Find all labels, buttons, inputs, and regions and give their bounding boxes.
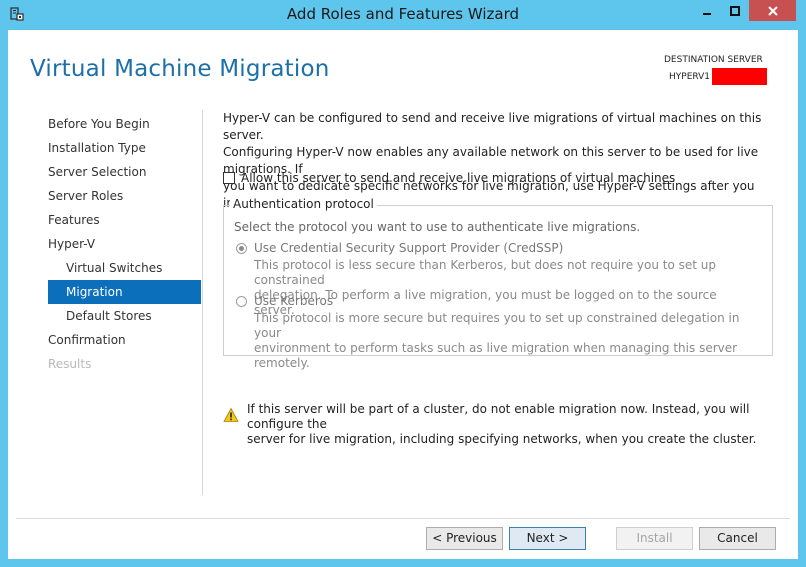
kerberos-description: This protocol is more secure but require… [254, 311, 759, 371]
warning-text: If this server will be part of a cluster… [247, 401, 783, 447]
allow-migration-label: Allow this server to send and receive li… [241, 171, 676, 185]
wizard-window: Add Roles and Features Wizard Virtual Ma… [0, 0, 806, 567]
warning-icon [223, 407, 239, 422]
nav-item-results: Results [48, 357, 92, 371]
next-button[interactable]: Next > [509, 527, 586, 550]
credssp-option: Use Credential Security Support Provider… [236, 241, 563, 255]
minimize-button[interactable] [693, 0, 721, 21]
nav-item-virtual-switches[interactable]: Virtual Switches [48, 256, 201, 280]
destination-server-name: HYPERV1 [669, 71, 711, 82]
cancel-button[interactable]: Cancel [699, 527, 776, 550]
minimize-icon [703, 12, 711, 15]
nav-item-default-stores[interactable]: Default Stores [48, 304, 201, 328]
kerberos-option: Use Kerberos [236, 294, 333, 308]
kerberos-desc-line-1: This protocol is more secure but require… [254, 311, 740, 340]
nav-item-confirmation[interactable]: Confirmation [48, 328, 201, 352]
page-content: Hyper-V can be configured to send and re… [223, 110, 783, 446]
warning-line-2: server for live migration, including spe… [247, 432, 757, 446]
cluster-warning: If this server will be part of a cluster… [223, 401, 783, 447]
nav-item-server-selection[interactable]: Server Selection [48, 160, 201, 184]
credssp-radio [236, 242, 247, 254]
wizard-client-area: Virtual Machine Migration DESTINATION SE… [8, 30, 798, 559]
group-legend: Authentication protocol [230, 197, 377, 211]
credssp-label: Use Credential Security Support Provider… [254, 241, 564, 255]
destination-server: HYPERV1 [669, 68, 768, 85]
nav-item-hyper-v[interactable]: Hyper-V [48, 232, 201, 256]
allow-migration-checkbox[interactable] [223, 172, 235, 184]
nav-divider [202, 110, 203, 495]
kerberos-desc-line-2: environment to perform tasks such as liv… [254, 341, 738, 370]
previous-button[interactable]: < Previous [426, 527, 503, 550]
kerberos-radio [236, 295, 247, 307]
allow-migration-option[interactable]: Allow this server to send and receive li… [223, 171, 675, 185]
nav-item-server-roles[interactable]: Server Roles [48, 184, 201, 208]
authentication-protocol-group: Authentication protocol Select the proto… [223, 197, 773, 370]
nav-item-migration[interactable]: Migration [48, 280, 201, 304]
close-icon [767, 5, 778, 16]
footer-divider [16, 518, 790, 519]
kerberos-label: Use Kerberos [254, 294, 334, 308]
redaction-block [712, 68, 768, 85]
destination-server-label: DESTINATION SERVER [664, 55, 763, 65]
page-title: Virtual Machine Migration [30, 56, 330, 82]
nav-item-before-you-begin[interactable]: Before You Begin [48, 112, 201, 136]
window-title: Add Roles and Features Wizard [286, 5, 520, 23]
auth-instruction: Select the protocol you want to use to a… [234, 220, 641, 234]
maximize-icon [730, 5, 740, 16]
nav-item-installation-type[interactable]: Installation Type [48, 136, 201, 160]
maximize-button[interactable] [721, 0, 749, 21]
title-bar: Add Roles and Features Wizard [0, 0, 806, 30]
credssp-description: This protocol is less secure than Kerber… [254, 258, 759, 318]
install-button: Install [616, 527, 693, 550]
nav-item-features[interactable]: Features [48, 208, 201, 232]
credssp-desc-line-1: This protocol is less secure than Kerber… [254, 258, 716, 287]
intro-line-1: Hyper-V can be configured to send and re… [223, 111, 762, 142]
close-button[interactable] [749, 0, 796, 21]
warning-line-1: If this server will be part of a cluster… [247, 402, 750, 431]
